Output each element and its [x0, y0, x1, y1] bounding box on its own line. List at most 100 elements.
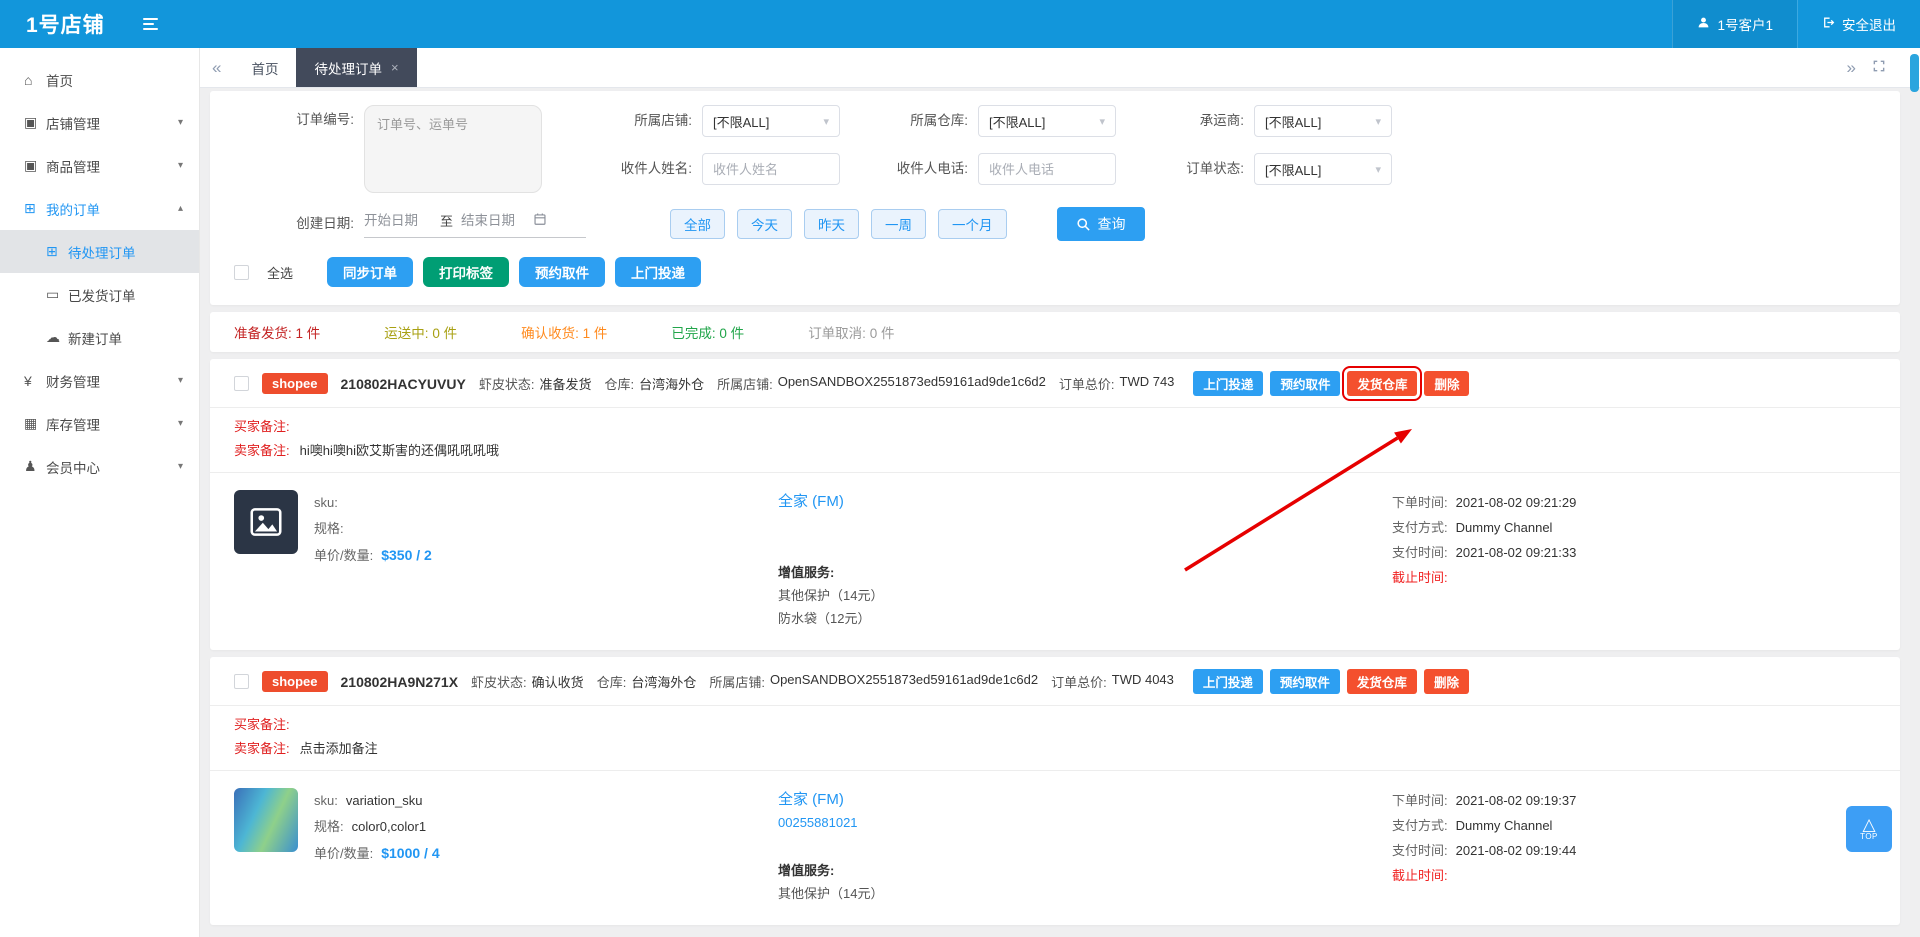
back-to-top-button[interactable]: △ TOP	[1846, 806, 1892, 852]
yen-icon: ¥	[24, 372, 32, 389]
product-image[interactable]	[234, 490, 298, 554]
order-no-input[interactable]	[364, 105, 542, 193]
price-qty-value: $1000 / 4	[381, 845, 440, 861]
logistics-link[interactable]: 全家 (FM)	[778, 788, 1392, 812]
create-date-label: 创建日期:	[296, 216, 354, 231]
search-button[interactable]: 查询	[1056, 207, 1145, 241]
goods-bag-icon: ▣	[24, 157, 38, 173]
tab-bar-actions: »	[1847, 48, 1920, 87]
tab-pending-orders[interactable]: 待处理订单 ×	[296, 48, 417, 87]
ship-warehouse-button[interactable]: 发货仓库	[1342, 366, 1423, 401]
seller-note-value[interactable]: hi噢hi噢hi欧艾斯害的还偶吼吼吼哦	[300, 443, 499, 458]
pickup-appointment-button[interactable]: 预约取件	[1270, 371, 1341, 396]
seller-note-value[interactable]: 点击添加备注	[300, 741, 378, 756]
scrollbar-thumb[interactable]	[1910, 54, 1919, 92]
summary-label: 准备发货:	[234, 326, 292, 341]
door-delivery-button[interactable]: 上门投递	[615, 257, 702, 287]
warehouse-label: 仓库:	[604, 377, 635, 392]
tracking-number[interactable]	[778, 514, 1392, 536]
buyer-note-label: 买家备注:	[234, 717, 290, 732]
tracking-number[interactable]: 00255881021	[778, 812, 1392, 834]
receiver-name-input[interactable]	[702, 153, 840, 185]
store-label: 所属店铺:	[717, 377, 773, 392]
vas-item: 其他保护（14元）	[778, 588, 884, 603]
user-menu[interactable]: 1号客户1	[1672, 0, 1797, 48]
quick-range-button[interactable]: 一周	[871, 209, 926, 239]
delete-button[interactable]: 删除	[1424, 371, 1470, 396]
select-all-checkbox[interactable]	[234, 264, 249, 280]
sidebar-item-inventory[interactable]: ▦ 库存管理 ▾	[0, 402, 199, 445]
summary-item: 订单取消: 0 件	[808, 322, 894, 342]
order-summary-bar: 准备发货: 1 件 运送中: 0 件 确认收货: 1 件 已完成: 0 件 订单…	[210, 312, 1900, 352]
print-label-button[interactable]: 打印标签	[423, 257, 510, 287]
order-time-label: 下单时间:	[1392, 495, 1448, 510]
total-label: 订单总价:	[1058, 377, 1115, 392]
order-checkbox[interactable]	[234, 376, 249, 391]
sidebar-item-label: 新建订单	[68, 331, 122, 347]
sidebar: ⌂ 首页 ▣ 店铺管理 ▾ ▣ 商品管理 ▾ ⊞ 我的订单 ▴ ⊞ 待处理订单 …	[0, 48, 200, 937]
deadline-label: 截止时间:	[1392, 868, 1448, 883]
sidebar-item-my-orders[interactable]: ⊞ 我的订单 ▴	[0, 187, 199, 230]
cloud-upload-icon: ☁	[46, 329, 60, 345]
order-checkbox[interactable]	[234, 674, 249, 689]
sidebar-item-new-order[interactable]: ☁ 新建订单	[0, 316, 199, 359]
chevron-icon: ▾	[177, 117, 183, 128]
scroll-tabs-left-icon[interactable]: «	[200, 48, 233, 87]
door-delivery-button[interactable]: 上门投递	[1193, 371, 1264, 396]
pickup-appointment-button[interactable]: 预约取件	[1269, 669, 1340, 694]
pickup-appointment-button[interactable]: 预约取件	[519, 257, 606, 287]
home-icon: ⌂	[24, 71, 33, 88]
status-value: 准备发货	[539, 377, 592, 392]
close-tab-icon[interactable]: ×	[391, 60, 399, 75]
filter-select[interactable]: [不限ALL] ▾	[1254, 105, 1392, 137]
quick-range-button[interactable]: 今天	[737, 209, 792, 239]
sidebar-item-shop-manage[interactable]: ▣ 店铺管理 ▾	[0, 101, 199, 144]
price-qty-label: 单价/数量:	[314, 548, 374, 563]
sidebar-item-member[interactable]: ♟ 会员中心 ▾	[0, 445, 199, 488]
fullscreen-icon[interactable]	[1872, 59, 1886, 76]
scroll-tabs-right-icon[interactable]: »	[1847, 58, 1856, 78]
sidebar-item-pending-orders[interactable]: ⊞ 待处理订单	[0, 230, 199, 273]
sidebar-item-shipped-orders[interactable]: ▭ 已发货订单	[0, 273, 199, 316]
end-date-input[interactable]	[461, 212, 530, 228]
sync-orders-button[interactable]: 同步订单	[327, 257, 414, 287]
ship-warehouse-button[interactable]: 发货仓库	[1346, 669, 1417, 694]
tab-home[interactable]: 首页	[233, 48, 296, 87]
summary-value: 0 件	[719, 326, 745, 341]
price-qty-value: $350 / 2	[381, 547, 432, 563]
filter-select[interactable]: [不限ALL] ▾	[702, 105, 840, 137]
sidebar-item-label: 会员中心	[46, 460, 100, 476]
sidebar-item-finance[interactable]: ¥ 财务管理 ▾	[0, 359, 199, 402]
delete-button[interactable]: 删除	[1423, 669, 1469, 694]
quick-range-button[interactable]: 昨天	[804, 209, 859, 239]
header-right: 1号客户1 安全退出	[1672, 0, 1920, 48]
sidebar-item-home[interactable]: ⌂ 首页	[0, 58, 199, 101]
total-label: 订单总价:	[1051, 675, 1107, 690]
summary-value: 1 件	[295, 326, 321, 341]
door-delivery-button[interactable]: 上门投递	[1192, 669, 1263, 694]
quick-range-button[interactable]: 一个月	[938, 209, 1007, 239]
buyer-note-label: 买家备注:	[234, 419, 290, 434]
product-image[interactable]	[234, 788, 298, 852]
vas-item: 其他保护（14元）	[778, 886, 884, 901]
shop-bag-icon: ▣	[24, 114, 38, 130]
app-logo: 1号店铺	[26, 14, 105, 37]
date-range-picker[interactable]: 至	[364, 211, 586, 238]
summary-item: 确认收货: 1 件	[521, 322, 607, 342]
sidebar-item-label: 财务管理	[46, 374, 100, 390]
quick-range-button[interactable]: 全部	[670, 209, 725, 239]
spec-label: 规格:	[314, 521, 344, 536]
receiver-phone-input[interactable]	[978, 153, 1116, 185]
summary-value: 1 件	[582, 326, 608, 341]
logistics-link[interactable]: 全家 (FM)	[778, 490, 1392, 514]
order-status-select[interactable]: [不限ALL] ▾	[1254, 153, 1392, 185]
chevron-down-icon: ▾	[1375, 163, 1381, 176]
start-date-input[interactable]	[364, 212, 432, 228]
sku-value: variation_sku	[345, 793, 423, 808]
logout-button[interactable]: 安全退出	[1797, 0, 1920, 48]
logout-icon	[1822, 16, 1835, 32]
menu-toggle-icon[interactable]	[142, 18, 158, 30]
user-icon	[1697, 16, 1710, 32]
filter-select[interactable]: [不限ALL] ▾	[978, 105, 1116, 137]
sidebar-item-goods-manage[interactable]: ▣ 商品管理 ▾	[0, 144, 199, 187]
